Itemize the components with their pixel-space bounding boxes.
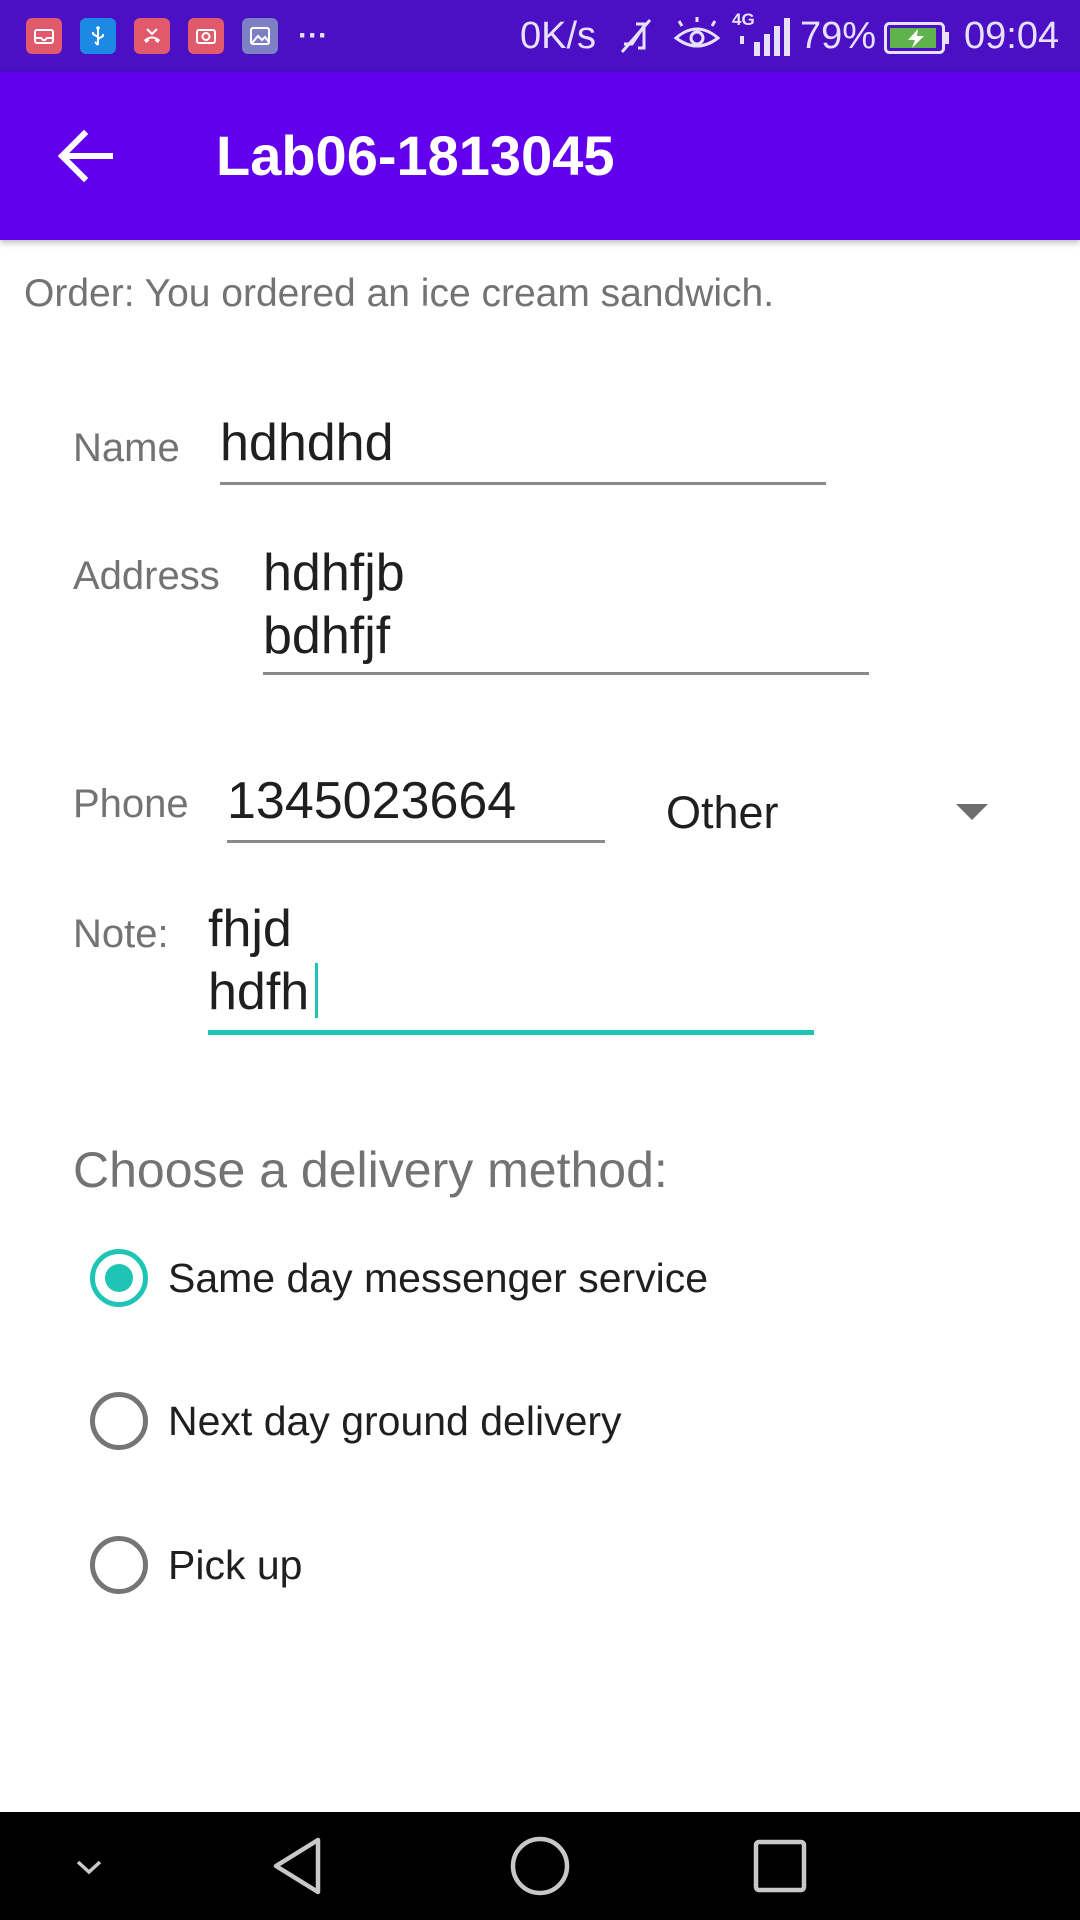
page-title: Lab06-1813045 bbox=[216, 124, 615, 187]
gallery-icon bbox=[242, 18, 278, 54]
battery-percent: 79% bbox=[800, 15, 877, 57]
address-field[interactable]: hdhfjb bdhfjf bbox=[263, 540, 869, 678]
phone-field-underline bbox=[227, 840, 605, 843]
text-cursor bbox=[315, 963, 318, 1018]
radio-button-checked[interactable] bbox=[90, 1249, 148, 1307]
more-notifications-indicator: ··· bbox=[298, 19, 328, 52]
radio-label: Next day ground delivery bbox=[168, 1398, 622, 1444]
mute-icon bbox=[616, 14, 656, 58]
radio-option-next-day[interactable]: Next day ground delivery bbox=[80, 1383, 780, 1459]
note-field[interactable]: fhjd hdfh bbox=[208, 896, 814, 1038]
navigation-bar bbox=[0, 1812, 1080, 1920]
radio-label: Pick up bbox=[168, 1542, 303, 1588]
order-summary-text: Order: You ordered an ice cream sandwich… bbox=[24, 272, 775, 315]
note-field-value: fhjd hdfh bbox=[208, 900, 310, 1021]
battery-charging-icon bbox=[884, 22, 950, 54]
home-nav-button[interactable] bbox=[508, 1834, 572, 1898]
usb-icon bbox=[80, 18, 116, 54]
circle-home-icon bbox=[510, 1836, 570, 1896]
name-label: Name bbox=[73, 426, 180, 470]
signal-icon bbox=[734, 14, 796, 58]
phone-type-selected: Other bbox=[666, 787, 779, 838]
name-field[interactable]: hdhdhd bbox=[220, 410, 826, 486]
app-bar: Lab06-1813045 bbox=[0, 72, 1080, 240]
phone-field[interactable]: 1345023664 bbox=[227, 768, 605, 844]
address-field-value: hdhfjb bdhfjf bbox=[263, 544, 405, 665]
recents-nav-button[interactable] bbox=[748, 1834, 812, 1898]
square-recents-icon bbox=[753, 1839, 807, 1893]
radio-dot bbox=[105, 1264, 133, 1292]
missed-call-icon bbox=[134, 18, 170, 54]
hide-nav-button[interactable] bbox=[66, 1846, 112, 1886]
phone-label: Phone bbox=[73, 782, 189, 826]
back-nav-button[interactable] bbox=[266, 1834, 330, 1898]
radio-button[interactable] bbox=[90, 1536, 148, 1594]
name-field-value: hdhdhd bbox=[220, 414, 394, 472]
video-icon bbox=[188, 18, 224, 54]
triangle-back-icon bbox=[273, 1837, 321, 1895]
mail-icon bbox=[26, 18, 62, 54]
dropdown-arrow-icon bbox=[956, 804, 988, 822]
arrow-back-icon bbox=[57, 129, 113, 183]
name-field-underline bbox=[220, 482, 826, 485]
delivery-method-heading: Choose a delivery method: bbox=[73, 1142, 668, 1198]
chevron-down-icon bbox=[76, 1860, 102, 1875]
radio-button[interactable] bbox=[90, 1392, 148, 1450]
address-label: Address bbox=[73, 554, 220, 598]
address-field-underline bbox=[263, 672, 869, 675]
radio-option-same-day[interactable]: Same day messenger service bbox=[80, 1240, 780, 1316]
network-speed: 0K/s bbox=[520, 15, 597, 57]
note-field-underline bbox=[208, 1030, 814, 1035]
phone-type-dropdown[interactable]: Other bbox=[650, 770, 1000, 856]
note-label: Note: bbox=[73, 912, 169, 956]
clock: 09:04 bbox=[964, 15, 1060, 57]
eye-comfort-icon bbox=[672, 16, 722, 56]
back-button[interactable] bbox=[46, 116, 126, 196]
radio-option-pick-up[interactable]: Pick up bbox=[80, 1527, 780, 1603]
status-bar: ··· 0K/s 4G 79% 09:04 bbox=[0, 0, 1080, 72]
phone-field-value: 1345023664 bbox=[227, 772, 517, 830]
radio-label: Same day messenger service bbox=[168, 1255, 709, 1301]
